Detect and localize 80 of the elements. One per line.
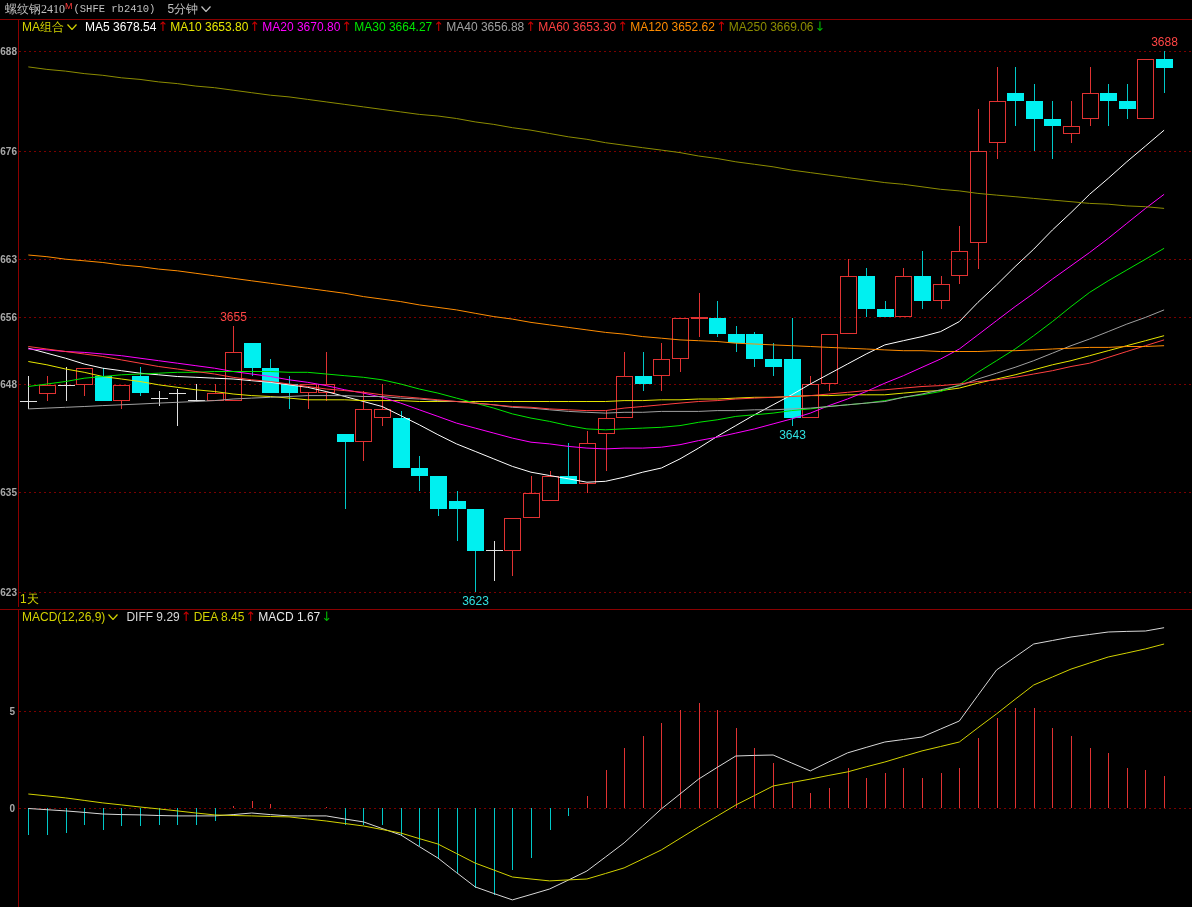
candlestick	[691, 292, 708, 338]
high-price-label: 3688	[1151, 35, 1178, 49]
instrument-name: 螺纹钢2410	[5, 2, 65, 16]
candlestick	[653, 342, 670, 392]
indicator-value: MA10 3653.80	[170, 19, 249, 34]
axis-label: 688	[0, 46, 17, 57]
candlestick	[76, 368, 93, 397]
trend-arrow: ↑	[341, 19, 353, 34]
indicator-dropdown[interactable]: MA组合	[22, 19, 77, 34]
candlestick	[914, 250, 931, 310]
axis-label: 5	[9, 706, 15, 717]
period-dropdown[interactable]: 5分钟	[167, 2, 212, 16]
indicator-value: DIFF 9.29	[126, 609, 180, 624]
trend-arrow: ↑	[157, 19, 169, 34]
candlestick	[1044, 100, 1061, 160]
trend-arrow: ↑	[525, 19, 537, 34]
candlestick	[57, 366, 76, 402]
indicator-value: MA5 3678.54	[85, 19, 157, 34]
candlestick	[560, 442, 577, 485]
candlestick	[728, 325, 745, 353]
indicator-value: MA250 3669.06	[728, 19, 814, 34]
candlestick	[39, 375, 56, 402]
candlestick	[95, 367, 112, 402]
indicator-value: MA30 3664.27	[354, 19, 433, 34]
indicator-value: MA60 3653.30	[538, 19, 617, 34]
candlestick	[542, 470, 559, 501]
trend-arrow: ↑	[617, 19, 629, 34]
candlestick	[635, 351, 652, 392]
trend-arrow: ↑	[715, 19, 727, 34]
contract-mark: M	[65, 2, 73, 11]
candlestick	[616, 351, 633, 418]
axis-label: 648	[0, 379, 17, 390]
candlestick	[262, 358, 279, 394]
candlestick	[598, 410, 615, 472]
candlestick	[1063, 100, 1080, 144]
chevron-down-icon	[67, 23, 77, 30]
indicator-dropdown[interactable]: MACD(12,26,9)	[22, 609, 119, 624]
indicator-value: DEA 8.45	[193, 609, 245, 624]
candlestick	[1082, 66, 1099, 127]
candlestick	[579, 430, 596, 494]
period-label: 1天	[20, 592, 39, 606]
axis-label: 663	[0, 254, 17, 265]
axis-label: 623	[0, 587, 17, 598]
candlestick	[430, 475, 447, 517]
axis-label: 635	[0, 487, 17, 498]
trend-arrow: ↓	[321, 609, 333, 624]
candlestick	[1026, 83, 1043, 152]
candlestick	[504, 518, 521, 577]
candlestick	[1156, 50, 1173, 94]
high-price-label: 3655	[220, 310, 247, 324]
candlestick	[374, 383, 391, 427]
candlestick	[709, 300, 726, 338]
indicator-value: MACD 1.67	[258, 609, 321, 624]
trend-arrow: ↓	[814, 19, 826, 34]
axis-label: 656	[0, 312, 17, 323]
instrument-code: (SHFE rb2410)	[73, 2, 156, 16]
candlestick	[821, 334, 838, 392]
axis-label: 676	[0, 146, 17, 157]
trend-arrow: ↑	[245, 609, 257, 624]
candlestick	[281, 375, 298, 410]
candlestick	[746, 331, 763, 368]
candlestick	[1100, 83, 1117, 127]
axis-label: 0	[9, 803, 15, 814]
low-price-label: 3643	[779, 428, 806, 442]
indicator-value: MA20 3670.80	[262, 19, 341, 34]
candlestick	[355, 390, 372, 462]
trend-arrow: ↑	[180, 609, 192, 624]
candlestick	[19, 375, 38, 410]
candlestick	[523, 475, 540, 518]
chevron-down-icon	[201, 6, 212, 12]
candlestick	[113, 385, 130, 410]
indicator-value: MA120 3652.62	[630, 19, 715, 34]
candlestick	[244, 342, 261, 377]
low-price-label: 3623	[462, 594, 489, 607]
chevron-down-icon	[108, 613, 119, 620]
trend-arrow: ↑	[249, 19, 261, 34]
candlestick	[765, 342, 782, 377]
trend-arrow: ↑	[433, 19, 445, 34]
indicator-value: MA40 3656.88	[446, 19, 525, 34]
candlestick	[672, 318, 689, 373]
